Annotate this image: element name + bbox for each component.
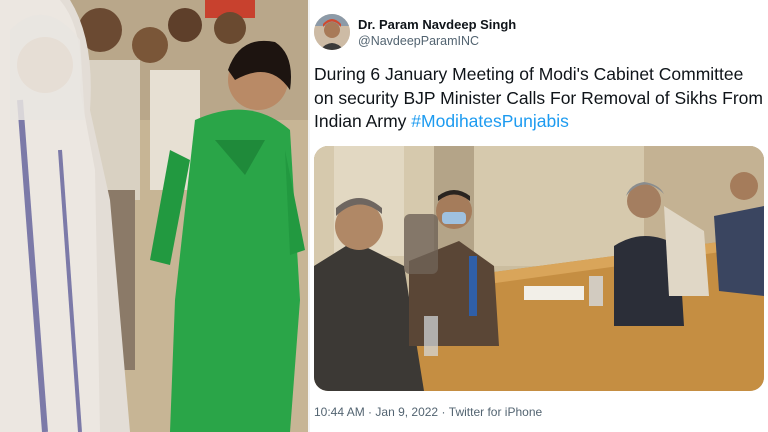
author-avatar[interactable] (314, 14, 350, 50)
tweet-source[interactable]: Twitter for iPhone (449, 405, 542, 419)
author-name[interactable]: Dr. Param Navdeep Singh (358, 17, 516, 32)
author-avatar-image (314, 14, 350, 50)
tweet-media[interactable] (314, 146, 764, 391)
tweet-meta: 10:44 AM · Jan 9, 2022 · Twitter for iPh… (314, 405, 542, 419)
tweet-time[interactable]: 10:44 AM (314, 405, 365, 419)
author-handle[interactable]: @NavdeepParamINC (358, 34, 479, 48)
left-photo (0, 0, 308, 432)
crowd-photo-illustration (0, 0, 308, 432)
meta-separator-2: · (441, 405, 446, 419)
meta-separator: · (368, 405, 373, 419)
hashtag-link[interactable]: #ModihatesPunjabis (411, 111, 569, 131)
tweet-date[interactable]: Jan 9, 2022 (375, 405, 438, 419)
tweet-text: During 6 January Meeting of Modi's Cabin… (314, 63, 764, 134)
meeting-video-thumbnail (314, 146, 764, 391)
tweet-card: Dr. Param Navdeep Singh @NavdeepParamINC… (310, 0, 768, 432)
